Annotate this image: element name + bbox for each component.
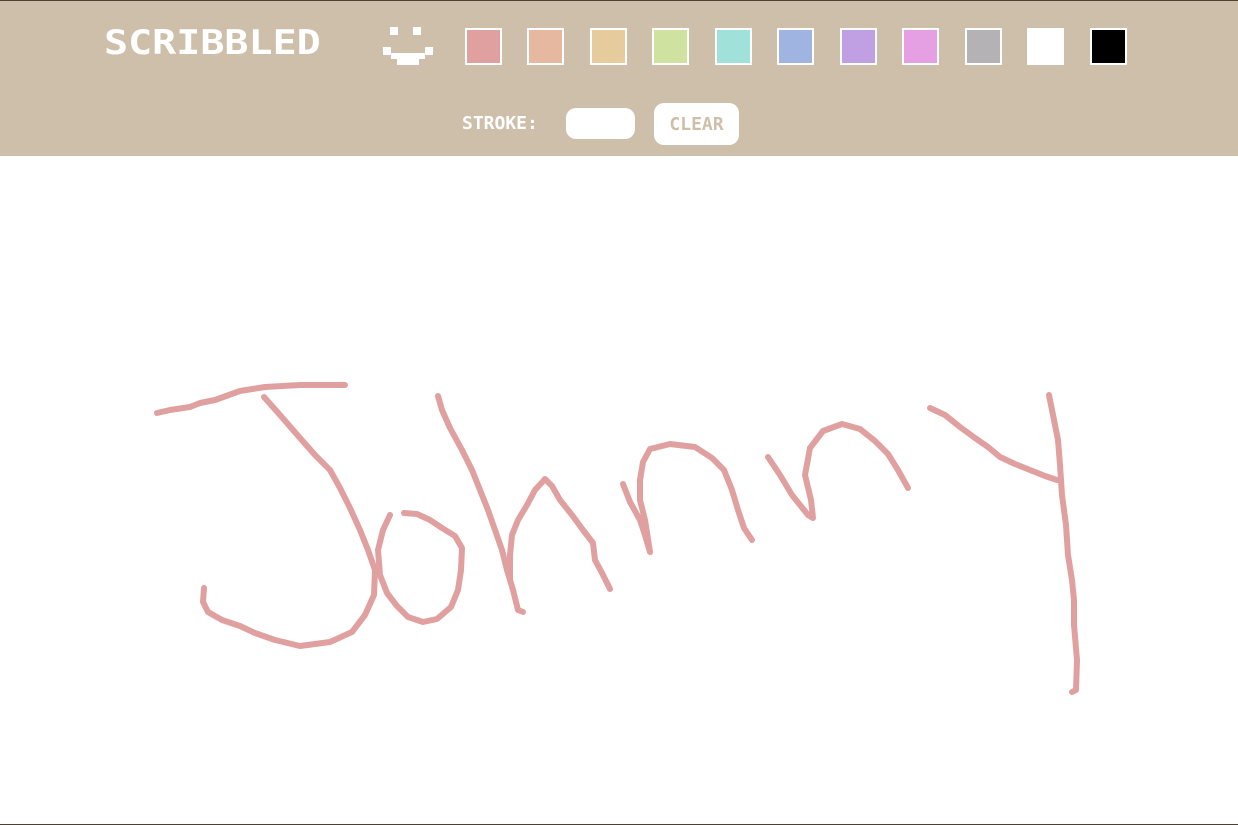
stroke-j-stem <box>200 394 378 649</box>
swatch-blue[interactable] <box>777 28 814 65</box>
swatch-white[interactable] <box>1027 28 1064 65</box>
handwritten-johnny <box>154 382 1080 695</box>
stroke-label: STROKE: <box>462 113 538 134</box>
swatch-black[interactable] <box>1090 28 1127 65</box>
toolbar: SCRIBBLED STROKE: CLEAR <box>0 0 1238 156</box>
stroke-n2 <box>765 421 911 521</box>
drawing-canvas[interactable] <box>0 156 1238 825</box>
swatch-pink[interactable] <box>465 28 502 65</box>
stroke-y-stem <box>1046 392 1080 695</box>
stroke-n1 <box>620 441 755 555</box>
stroke-o <box>375 510 465 625</box>
clear-button[interactable]: CLEAR <box>654 103 739 145</box>
swatch-purple[interactable] <box>840 28 877 65</box>
stroke-y-arm <box>927 405 1060 483</box>
stroke-h1 <box>435 393 613 615</box>
swatch-peach[interactable] <box>527 28 564 65</box>
swatch-gray[interactable] <box>965 28 1002 65</box>
swatch-sand[interactable] <box>590 28 627 65</box>
app-logo: SCRIBBLED <box>104 23 321 63</box>
smiley-icon <box>383 27 433 65</box>
stroke-input[interactable] <box>566 108 635 139</box>
swatch-teal[interactable] <box>715 28 752 65</box>
swatch-magenta[interactable] <box>902 28 939 65</box>
swatch-green[interactable] <box>652 28 689 65</box>
stroke-j-bar <box>154 382 348 416</box>
